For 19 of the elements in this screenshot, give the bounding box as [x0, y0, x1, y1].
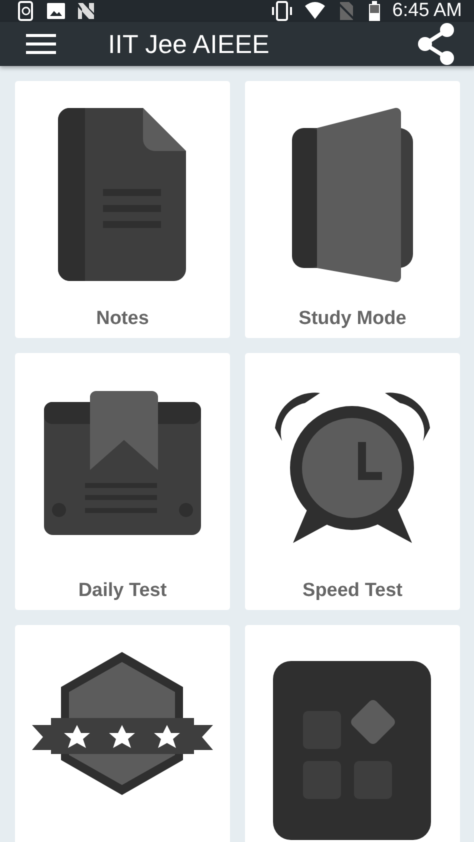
status-time: 6:45 AM: [392, 0, 462, 22]
tile-label: Speed Test: [302, 580, 402, 602]
menu-tile[interactable]: Study Mode: [245, 81, 460, 338]
menu-tile[interactable]: Notes: [15, 81, 230, 338]
menu-tile[interactable]: Speed Test: [245, 353, 460, 610]
vibrate-icon: [270, 1, 294, 21]
menu-tile[interactable]: [245, 625, 460, 842]
phone-rotate-icon: [16, 1, 36, 21]
wifi-icon: [304, 1, 326, 21]
battery-icon: [366, 1, 382, 21]
menu-button[interactable]: [26, 33, 56, 55]
tile-label: Notes: [96, 308, 149, 330]
menu-tile[interactable]: [15, 625, 230, 842]
app-title: IIT Jee AIEEE: [108, 28, 270, 60]
menu-tile[interactable]: Daily Test: [15, 353, 230, 610]
tile-label: Study Mode: [298, 308, 406, 330]
tile-label: Daily Test: [78, 580, 167, 602]
n-logo-icon: [76, 1, 96, 21]
share-button[interactable]: [416, 22, 456, 66]
